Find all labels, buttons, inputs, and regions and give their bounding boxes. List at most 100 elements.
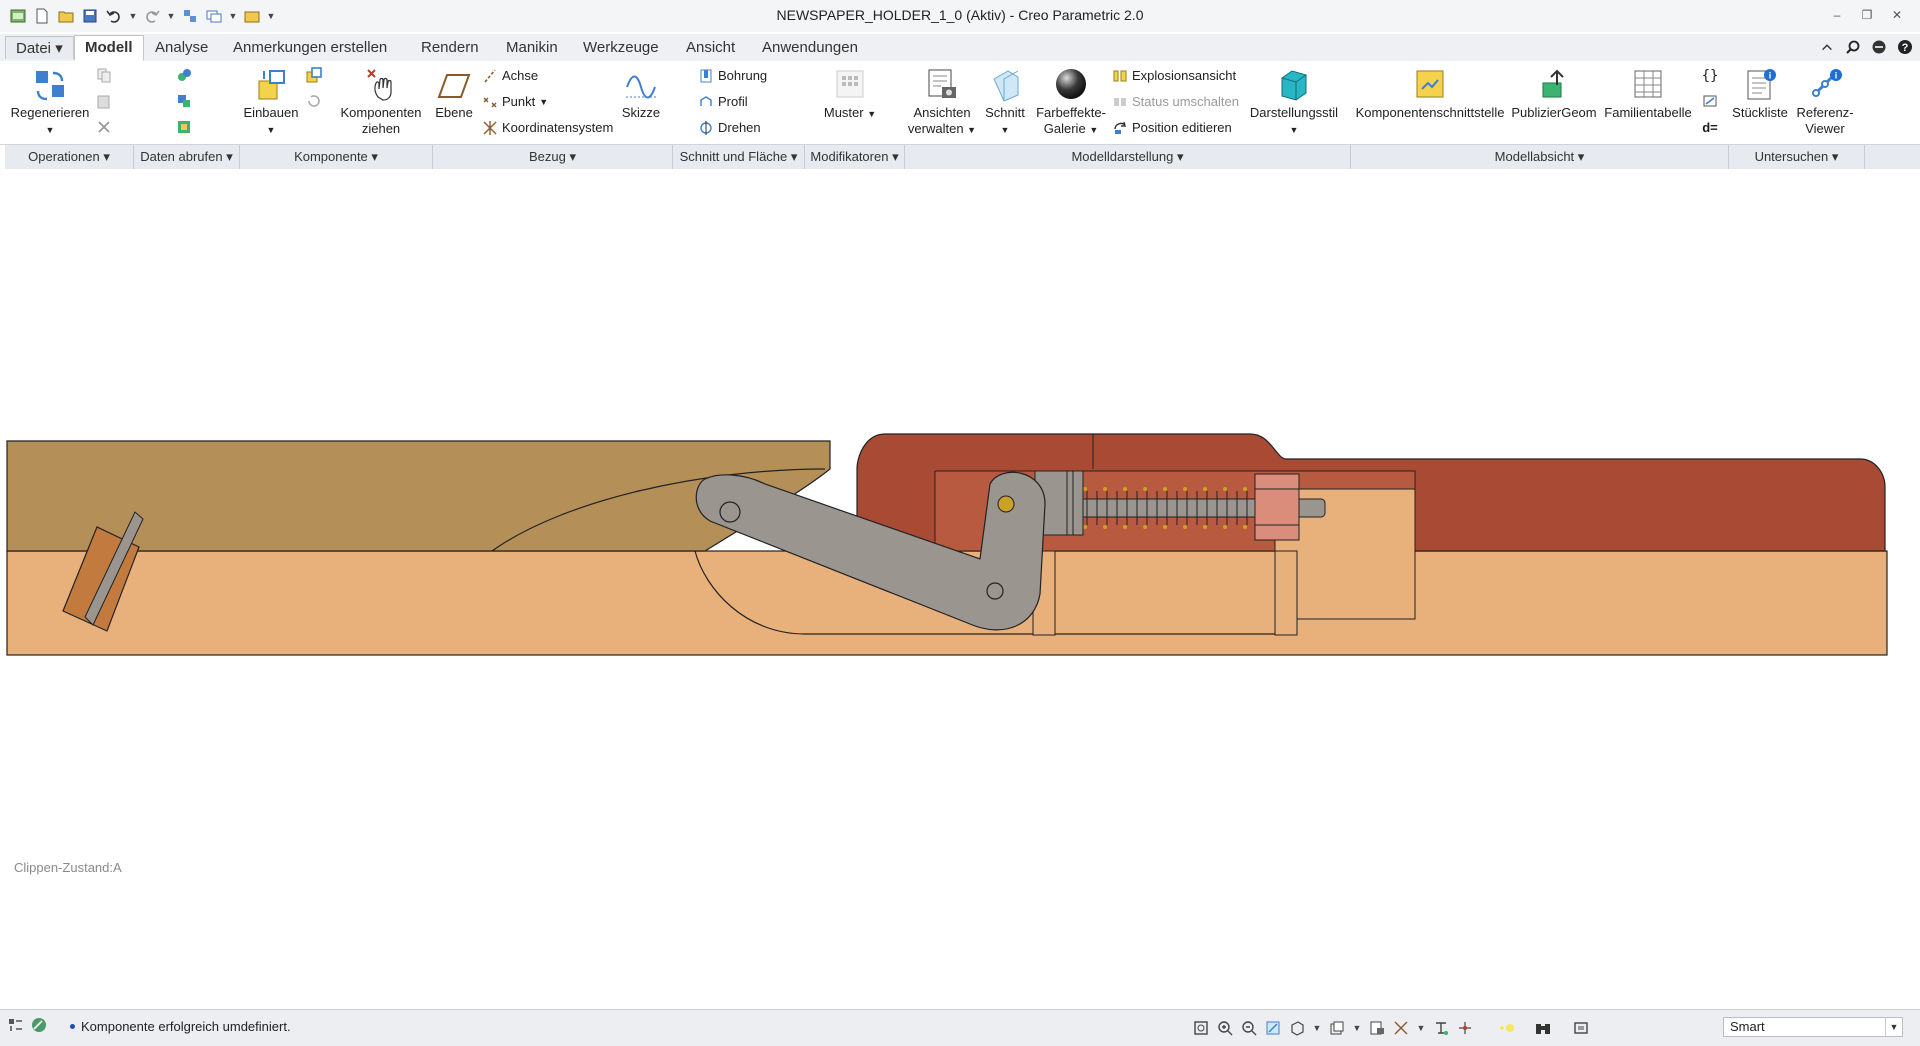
parameters-icon[interactable] bbox=[1700, 91, 1720, 111]
light-icon[interactable] bbox=[1498, 1019, 1516, 1037]
display-style-small-icon[interactable] bbox=[1288, 1019, 1306, 1037]
save-icon[interactable] bbox=[80, 6, 100, 26]
browser-toggle-icon[interactable] bbox=[30, 1016, 48, 1034]
position-editieren-button[interactable]: Position editieren bbox=[1112, 119, 1232, 137]
find-icon[interactable] bbox=[1534, 1019, 1552, 1037]
paste-icon[interactable] bbox=[94, 91, 114, 111]
komponentenschnittstelle-button[interactable]: Komponentenschnittstelle bbox=[1352, 67, 1508, 121]
selection-filter-select[interactable]: Smart ▼ bbox=[1723, 1017, 1903, 1037]
zoom-in-icon[interactable] bbox=[1216, 1019, 1234, 1037]
svg-text:i: i bbox=[1769, 71, 1772, 81]
create-component-icon[interactable] bbox=[304, 65, 324, 85]
close-window-icon[interactable] bbox=[242, 6, 262, 26]
group-operationen[interactable]: Operationen ▾ bbox=[5, 145, 134, 169]
repeat-icon[interactable] bbox=[304, 91, 324, 111]
minimize-icon[interactable]: – bbox=[1828, 6, 1846, 24]
shrinkwrap-icon[interactable] bbox=[174, 117, 194, 137]
saved-views-dropdown-icon[interactable]: ▼ bbox=[1352, 1018, 1362, 1038]
display-style-dropdown-icon[interactable]: ▼ bbox=[1312, 1018, 1322, 1038]
group-modifikatoren[interactable]: Modifikatoren ▾ bbox=[805, 145, 905, 169]
tab-werkzeuge[interactable]: Werkzeuge bbox=[573, 36, 669, 59]
explosionsansicht-button[interactable]: Explosionsansicht bbox=[1112, 67, 1236, 85]
reference-viewer-icon: i bbox=[1812, 69, 1842, 97]
stop-block[interactable] bbox=[1254, 473, 1300, 541]
regenerate-small-icon[interactable] bbox=[180, 6, 200, 26]
tab-modell[interactable]: Modell bbox=[74, 35, 144, 61]
ebene-button[interactable]: Ebene bbox=[432, 67, 476, 121]
windows-dropdown-icon[interactable]: ▼ bbox=[228, 6, 238, 26]
tab-analyse[interactable]: Analyse bbox=[145, 36, 218, 59]
muster-button[interactable]: Muster ▼ bbox=[812, 67, 888, 122]
group-bezug[interactable]: Bezug ▾ bbox=[433, 145, 673, 169]
tab-anmerkungen-erstellen[interactable]: Anmerkungen erstellen bbox=[223, 36, 397, 59]
koordinatensystem-button[interactable]: Koordinatensystem bbox=[482, 119, 613, 137]
tab-datei[interactable]: Datei ▾ bbox=[5, 36, 74, 59]
redo-dropdown-icon[interactable]: ▼ bbox=[166, 6, 176, 26]
group-modellabsicht[interactable]: Modellabsicht ▾ bbox=[1351, 145, 1729, 169]
extrude-icon bbox=[700, 96, 712, 106]
graphics-window[interactable]: Clippen-Zustand:A bbox=[5, 169, 1920, 1009]
saved-views-icon[interactable] bbox=[1328, 1019, 1346, 1037]
bohrung-button[interactable]: Bohrung bbox=[698, 67, 767, 85]
navigator-toggle-icon[interactable] bbox=[6, 1016, 24, 1034]
user-defined-feature-icon[interactable] bbox=[174, 65, 194, 85]
tab-rendern[interactable]: Rendern bbox=[411, 36, 489, 59]
referenz-viewer-button[interactable]: i Referenz- Viewer bbox=[1790, 67, 1860, 137]
status-umschalten-button[interactable]: Status umschalten bbox=[1112, 93, 1239, 111]
datum-display-dropdown-icon[interactable]: ▼ bbox=[1416, 1018, 1426, 1038]
undo-dropdown-icon[interactable]: ▼ bbox=[128, 6, 138, 26]
group-untersuchen[interactable]: Untersuchen ▾ bbox=[1729, 145, 1865, 169]
community-icon[interactable] bbox=[1870, 38, 1888, 56]
app-menu-icon[interactable] bbox=[8, 6, 28, 26]
profil-button[interactable]: Profil bbox=[698, 93, 748, 111]
revolve-icon bbox=[700, 121, 712, 135]
farbeffekte-galerie-button[interactable]: Farbeffekte- Galerie ▼ bbox=[1032, 67, 1110, 138]
minimize-ribbon-icon[interactable] bbox=[1818, 38, 1836, 56]
skizze-button[interactable]: Skizze bbox=[618, 67, 664, 121]
view-manager-small-icon[interactable] bbox=[1368, 1019, 1386, 1037]
regenerieren-button[interactable]: Regenerieren ▼ bbox=[8, 67, 92, 138]
darstellungsstil-button[interactable]: Darstellungsstil ▼ bbox=[1246, 67, 1342, 138]
close-icon[interactable]: ✕ bbox=[1888, 6, 1906, 24]
schnitt-button[interactable]: Schnitt ▼ bbox=[982, 67, 1028, 138]
familientabelle-button[interactable]: Familientabelle bbox=[1600, 67, 1696, 121]
restore-icon[interactable]: ❐ bbox=[1858, 6, 1876, 24]
punkt-button[interactable]: Punkt ▼ bbox=[482, 93, 548, 111]
ansichten-verwalten-button[interactable]: Ansichten verwalten ▼ bbox=[900, 67, 984, 138]
group-daten-abrufen[interactable]: Daten abrufen ▾ bbox=[134, 145, 240, 169]
drehen-button[interactable]: Drehen bbox=[698, 119, 761, 137]
tab-anwendungen[interactable]: Anwendungen bbox=[752, 36, 868, 59]
stueckliste-button[interactable]: i Stückliste bbox=[1728, 67, 1792, 121]
search-icon[interactable] bbox=[1844, 38, 1862, 56]
help-icon[interactable]: ? bbox=[1896, 38, 1914, 56]
einbauen-button[interactable]: Einbauen ▼ bbox=[238, 67, 304, 138]
komponenten-ziehen-button[interactable]: Komponenten ziehen bbox=[338, 67, 424, 137]
tab-manikin[interactable]: Manikin bbox=[496, 36, 568, 59]
d-equals-icon[interactable]: d= bbox=[1700, 117, 1720, 137]
redo-icon[interactable] bbox=[142, 6, 162, 26]
annotation-display-icon[interactable] bbox=[1432, 1019, 1450, 1037]
customize-qat-icon[interactable]: ▼ bbox=[266, 6, 276, 26]
filter-dropdown-icon[interactable]: ▼ bbox=[1885, 1018, 1902, 1036]
copy-geometry-icon[interactable] bbox=[174, 91, 194, 111]
refit-icon[interactable] bbox=[1192, 1019, 1210, 1037]
undo-icon[interactable] bbox=[104, 6, 124, 26]
copy-icon[interactable] bbox=[94, 65, 114, 85]
datum-display-icon[interactable] bbox=[1392, 1019, 1410, 1037]
tab-ansicht[interactable]: Ansicht bbox=[676, 36, 745, 59]
publiziergeom-button[interactable]: PublizierGeom bbox=[1510, 67, 1598, 121]
relations-icon[interactable]: {} bbox=[1700, 65, 1720, 85]
zoom-out-icon[interactable] bbox=[1240, 1019, 1258, 1037]
group-schnitt-und-flaeche[interactable]: Schnitt und Fläche ▾ bbox=[673, 145, 805, 169]
selection-box-icon[interactable] bbox=[1572, 1019, 1590, 1037]
group-modelldarstellung[interactable]: Modelldarstellung ▾ bbox=[905, 145, 1351, 169]
new-file-icon[interactable] bbox=[32, 6, 52, 26]
group-komponente[interactable]: Komponente ▾ bbox=[240, 145, 433, 169]
open-folder-icon[interactable] bbox=[56, 6, 76, 26]
repaint-icon[interactable] bbox=[1264, 1019, 1282, 1037]
achse-button[interactable]: Achse bbox=[482, 67, 538, 85]
assembly-model[interactable] bbox=[5, 169, 1920, 1009]
delete-icon[interactable] bbox=[94, 117, 114, 137]
windows-icon[interactable] bbox=[204, 6, 224, 26]
spin-center-icon[interactable] bbox=[1456, 1019, 1474, 1037]
